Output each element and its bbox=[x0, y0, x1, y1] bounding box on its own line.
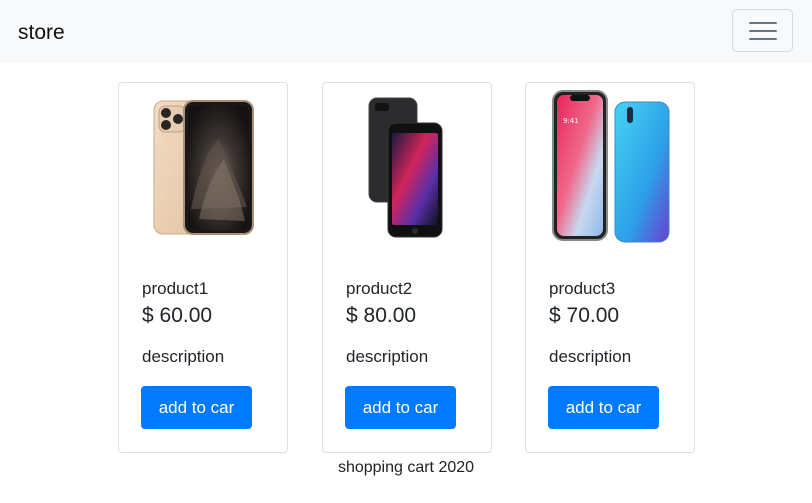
add-to-cart-button[interactable]: add to car bbox=[548, 386, 659, 429]
product-name: product3 bbox=[549, 279, 616, 298]
product-description: description bbox=[346, 347, 429, 366]
product-image bbox=[153, 100, 254, 235]
product-card: 9:41 product3 $ 70.00 description add to… bbox=[525, 82, 695, 453]
add-to-cart-button[interactable]: add to car bbox=[345, 386, 456, 429]
navbar: store bbox=[0, 0, 812, 63]
add-to-cart-button[interactable]: add to car bbox=[141, 386, 252, 429]
product-name: product1 bbox=[142, 279, 209, 298]
product-price: $ 80.00 bbox=[346, 304, 417, 327]
svg-text:9:41: 9:41 bbox=[563, 117, 579, 125]
product-price: $ 60.00 bbox=[142, 304, 213, 327]
product-description: description bbox=[142, 347, 225, 366]
product-price: $ 70.00 bbox=[549, 304, 620, 327]
product-card: product1 $ 60.00 description add to car bbox=[118, 82, 288, 453]
product-image: 9:41 bbox=[552, 90, 670, 243]
product-description: description bbox=[549, 347, 632, 366]
brand-link[interactable]: store bbox=[18, 19, 65, 47]
product-card: product2 $ 80.00 description add to car bbox=[322, 82, 492, 453]
product-image bbox=[368, 97, 443, 238]
footer-text: shopping cart 2020 bbox=[337, 459, 475, 476]
product-name: product2 bbox=[346, 279, 413, 298]
navbar-toggle-button[interactable] bbox=[732, 9, 793, 52]
